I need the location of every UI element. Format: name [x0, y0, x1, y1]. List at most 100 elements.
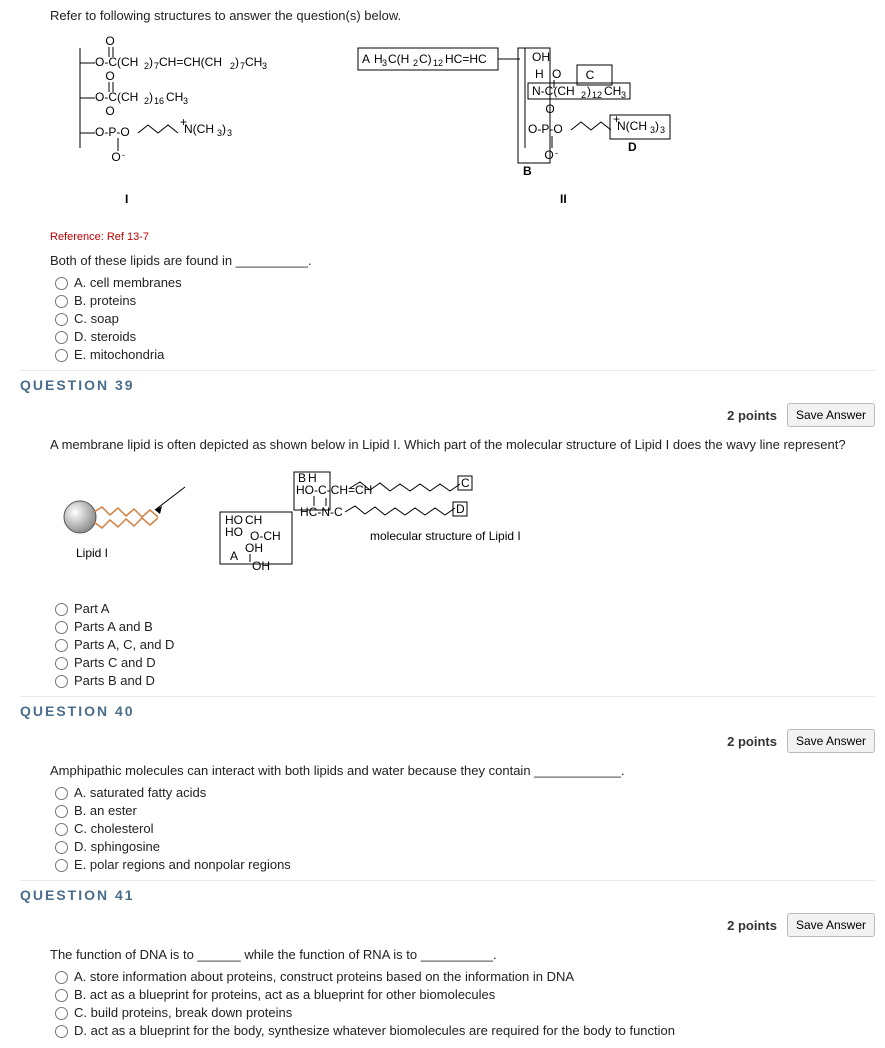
- q40-label-b: B. an ester: [74, 803, 137, 818]
- q39-label-a: Part A: [74, 601, 109, 616]
- q40-radio-a[interactable]: [55, 787, 68, 800]
- q39-opt-d[interactable]: Parts C and D: [50, 654, 875, 670]
- q41-radio-c[interactable]: [55, 1007, 68, 1020]
- svg-text:HO: HO: [225, 525, 243, 539]
- svg-text:HC-N-C: HC-N-C: [300, 505, 343, 519]
- q38-opt-d[interactable]: D. steroids: [50, 328, 875, 344]
- svg-text:O-C(CH: O-C(CH: [95, 90, 138, 104]
- svg-text:A: A: [362, 52, 370, 66]
- svg-text:O-C(CH: O-C(CH: [95, 55, 138, 69]
- q40-points-row: 2 points Save Answer: [20, 729, 875, 753]
- q39-radio-a[interactable]: [55, 603, 68, 616]
- q38-opt-c[interactable]: C. soap: [50, 310, 875, 326]
- q38-radio-a[interactable]: [55, 277, 68, 290]
- q40-opt-d[interactable]: D. sphingosine: [50, 838, 875, 854]
- q38-radio-c[interactable]: [55, 313, 68, 326]
- svg-text:CH: CH: [604, 84, 621, 98]
- q38-text: Both of these lipids are found in ______…: [20, 253, 875, 268]
- svg-text:16: 16: [154, 96, 164, 106]
- q40-save-button[interactable]: Save Answer: [787, 729, 875, 753]
- q39-opt-e[interactable]: Parts B and D: [50, 672, 875, 688]
- svg-text:-: -: [122, 150, 125, 160]
- svg-text:O-P-O: O-P-O: [528, 122, 563, 136]
- q39-figure: Lipid I A HO CH HO O-CH OH OH B H HO-C-C…: [20, 462, 875, 582]
- svg-text:+: +: [613, 112, 620, 126]
- q41-opt-c[interactable]: C. build proteins, break down proteins: [50, 1004, 875, 1020]
- q40-opt-b[interactable]: B. an ester: [50, 802, 875, 818]
- q39-save-button[interactable]: Save Answer: [787, 403, 875, 427]
- svg-text:O: O: [111, 150, 120, 164]
- q41-points: 2 points: [727, 918, 777, 933]
- svg-text:CH: CH: [166, 90, 183, 104]
- svg-text:OH: OH: [532, 50, 550, 64]
- svg-text:): ): [235, 55, 239, 69]
- svg-text:C(H: C(H: [388, 52, 409, 66]
- q38-options: A. cell membranes B. proteins C. soap D.…: [20, 274, 875, 362]
- q39-radio-c[interactable]: [55, 639, 68, 652]
- svg-text:C: C: [461, 476, 470, 490]
- svg-text:O: O: [105, 104, 114, 118]
- q41-header: QUESTION 41: [20, 880, 875, 907]
- q39-label-b: Parts A and B: [74, 619, 153, 634]
- svg-text:O-P-O: O-P-O: [95, 125, 130, 139]
- q41-label-b: B. act as a blueprint for proteins, act …: [74, 987, 495, 1002]
- svg-text:OH: OH: [245, 541, 263, 555]
- q40-label-c: C. cholesterol: [74, 821, 153, 836]
- svg-text:H: H: [535, 67, 544, 81]
- q38-radio-e[interactable]: [55, 349, 68, 362]
- q40-radio-e[interactable]: [55, 859, 68, 872]
- svg-text:CH: CH: [245, 55, 262, 69]
- q41-radio-b[interactable]: [55, 989, 68, 1002]
- q41-radio-d[interactable]: [55, 1025, 68, 1038]
- svg-text:I: I: [125, 192, 128, 206]
- svg-text:HO-C-CH=CH: HO-C-CH=CH: [296, 483, 372, 497]
- q39-opt-c[interactable]: Parts A, C, and D: [50, 636, 875, 652]
- q40-options: A. saturated fatty acids B. an ester C. …: [20, 784, 875, 872]
- svg-text:3: 3: [382, 58, 387, 68]
- q40-opt-e[interactable]: E. polar regions and nonpolar regions: [50, 856, 875, 872]
- svg-text:3: 3: [660, 125, 665, 135]
- q41-opt-a[interactable]: A. store information about proteins, con…: [50, 968, 875, 984]
- q39-radio-b[interactable]: [55, 621, 68, 634]
- svg-text:OH: OH: [252, 559, 270, 573]
- svg-text:C): C): [419, 52, 432, 66]
- q39-text: A membrane lipid is often depicted as sh…: [20, 437, 875, 452]
- q38-opt-e[interactable]: E. mitochondria: [50, 346, 875, 362]
- q41-options: A. store information about proteins, con…: [20, 968, 875, 1038]
- q41-opt-b[interactable]: B. act as a blueprint for proteins, act …: [50, 986, 875, 1002]
- svg-text:molecular structure of Lipid I: molecular structure of Lipid I: [370, 529, 521, 543]
- q38-radio-d[interactable]: [55, 331, 68, 344]
- q41-save-button[interactable]: Save Answer: [787, 913, 875, 937]
- svg-text:O: O: [552, 67, 561, 81]
- q38-label-c: C. soap: [74, 311, 119, 326]
- q38-opt-b[interactable]: B. proteins: [50, 292, 875, 308]
- q40-opt-a[interactable]: A. saturated fatty acids: [50, 784, 875, 800]
- q40-opt-c[interactable]: C. cholesterol: [50, 820, 875, 836]
- q41-label-d: D. act as a blueprint for the body, synt…: [74, 1023, 675, 1038]
- q40-text: Amphipathic molecules can interact with …: [20, 763, 875, 778]
- q40-radio-b[interactable]: [55, 805, 68, 818]
- q41-radio-a[interactable]: [55, 971, 68, 984]
- q41-opt-d[interactable]: D. act as a blueprint for the body, synt…: [50, 1022, 875, 1038]
- q40-label-a: A. saturated fatty acids: [74, 785, 206, 800]
- svg-text:-: -: [555, 148, 558, 158]
- q38-opt-a[interactable]: A. cell membranes: [50, 274, 875, 290]
- svg-text:): ): [222, 122, 226, 136]
- q38-label-b: B. proteins: [74, 293, 136, 308]
- q39-opt-b[interactable]: Parts A and B: [50, 618, 875, 634]
- svg-text:3: 3: [262, 61, 267, 71]
- svg-text:O: O: [105, 34, 114, 48]
- q39-opt-a[interactable]: Part A: [50, 600, 875, 616]
- q39-radio-d[interactable]: [55, 657, 68, 670]
- q40-radio-c[interactable]: [55, 823, 68, 836]
- q39-label-d: Parts C and D: [74, 655, 156, 670]
- svg-text:+: +: [180, 115, 187, 129]
- q40-radio-d[interactable]: [55, 841, 68, 854]
- q41-text: The function of DNA is to ______ while t…: [20, 947, 875, 962]
- q39-radio-e[interactable]: [55, 675, 68, 688]
- q38-radio-b[interactable]: [55, 295, 68, 308]
- q41-label-a: A. store information about proteins, con…: [74, 969, 574, 984]
- svg-text:II: II: [560, 192, 567, 206]
- q39-options: Part A Parts A and B Parts A, C, and D P…: [20, 600, 875, 688]
- q38-label-d: D. steroids: [74, 329, 136, 344]
